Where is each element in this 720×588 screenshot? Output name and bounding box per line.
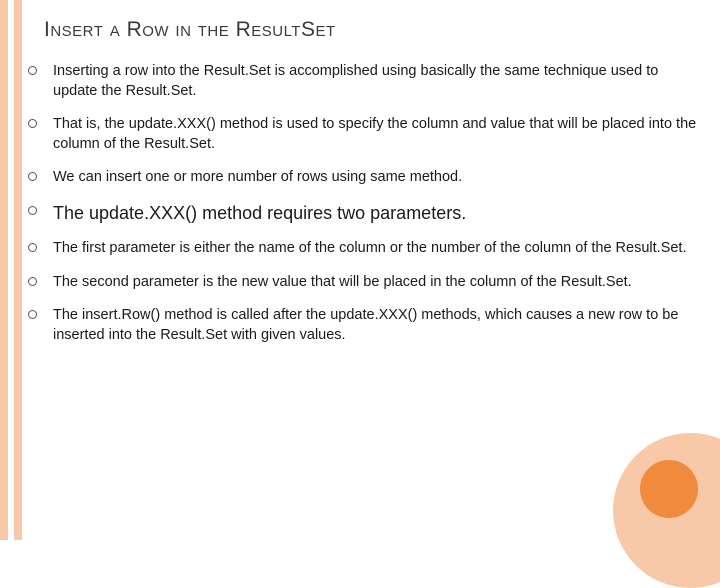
bullet-text: Inserting a row into the Result.Set is a…	[53, 62, 704, 101]
bullet-text: We can insert one or more number of rows…	[53, 168, 462, 188]
bullet-icon	[28, 243, 37, 252]
bullet-icon	[28, 119, 37, 128]
bullet-text: That is, the update.XXX() method is used…	[53, 115, 704, 154]
list-item: We can insert one or more number of rows…	[28, 168, 704, 188]
bullet-icon	[28, 66, 37, 75]
bullet-text: The update.XXX() method requires two par…	[53, 202, 466, 225]
slide-title: Insert a Row in the ResultSet	[44, 18, 336, 42]
bullet-icon	[28, 172, 37, 181]
list-item: The update.XXX() method requires two par…	[28, 202, 704, 225]
bullet-icon	[28, 206, 37, 215]
list-item: The first parameter is either the name o…	[28, 239, 704, 259]
bullet-icon	[28, 277, 37, 286]
list-item: The second parameter is the new value th…	[28, 273, 704, 293]
decor-stripe-left-1	[0, 0, 8, 540]
bullet-text: The insert.Row() method is called after …	[53, 306, 704, 345]
decor-stripe-left-2	[14, 0, 22, 540]
bullet-icon	[28, 310, 37, 319]
bullet-list: Inserting a row into the Result.Set is a…	[28, 62, 704, 359]
decor-circle-small	[640, 460, 698, 518]
list-item: Inserting a row into the Result.Set is a…	[28, 62, 704, 101]
list-item: The insert.Row() method is called after …	[28, 306, 704, 345]
bullet-text: The second parameter is the new value th…	[53, 273, 632, 293]
list-item: That is, the update.XXX() method is used…	[28, 115, 704, 154]
bullet-text: The first parameter is either the name o…	[53, 239, 686, 259]
